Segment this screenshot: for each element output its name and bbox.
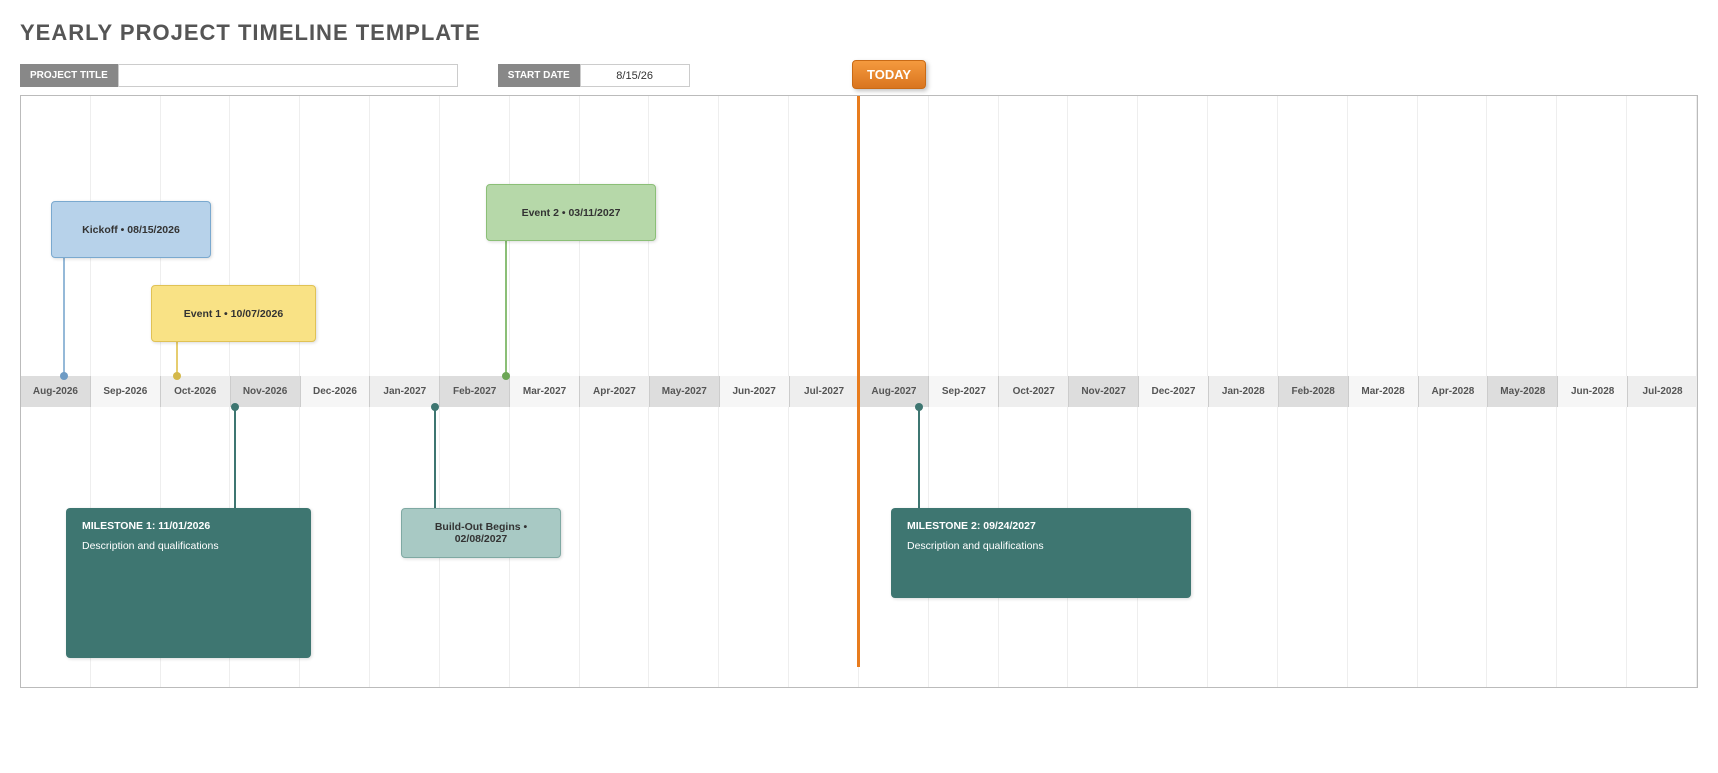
- axis-month: Apr-2027: [580, 376, 650, 407]
- axis-month: Jun-2028: [1558, 376, 1628, 407]
- axis-month: Dec-2027: [1139, 376, 1209, 407]
- milestone-box[interactable]: MILESTONE 2: 09/24/2027Description and q…: [891, 508, 1191, 598]
- axis-month: Jun-2027: [720, 376, 790, 407]
- axis-month: Apr-2028: [1419, 376, 1489, 407]
- today-line: [857, 373, 860, 667]
- start-date-label: START DATE: [498, 64, 580, 87]
- timeline-lower-area: Build-Out Begins • 02/08/2027 MILESTONE 1…: [21, 407, 1697, 687]
- axis-month: Jan-2028: [1209, 376, 1279, 407]
- event-box[interactable]: Kickoff • 08/15/2026: [51, 201, 211, 258]
- start-date-group: START DATE 8/15/26: [498, 64, 690, 87]
- event-connector: [176, 342, 178, 376]
- today-line: [857, 96, 860, 376]
- event-connector: [505, 241, 507, 376]
- axis-month: May-2027: [650, 376, 720, 407]
- event-connector: [918, 407, 920, 508]
- controls-row: PROJECT TITLE START DATE 8/15/26 TODAY: [20, 64, 1698, 87]
- axis-month: Sep-2027: [929, 376, 999, 407]
- event-box[interactable]: Event 2 • 03/11/2027: [486, 184, 656, 241]
- page-title: YEARLY PROJECT TIMELINE TEMPLATE: [20, 20, 1698, 46]
- axis-month: Feb-2027: [440, 376, 510, 407]
- axis-month: Oct-2027: [999, 376, 1069, 407]
- axis-month: Aug-2026: [21, 376, 91, 407]
- project-title-input[interactable]: [118, 64, 458, 87]
- today-tag: TODAY: [852, 60, 926, 89]
- axis-month: May-2028: [1488, 376, 1558, 407]
- start-date-input[interactable]: 8/15/26: [580, 64, 690, 87]
- axis-month: Oct-2026: [161, 376, 231, 407]
- timeline: Kickoff • 08/15/2026 Event 1 • 10/07/2026…: [20, 95, 1698, 688]
- event-connector: [63, 258, 65, 376]
- axis-month: Nov-2026: [231, 376, 301, 407]
- project-title-label: PROJECT TITLE: [20, 64, 118, 87]
- axis-month: Sep-2026: [91, 376, 161, 407]
- event-connector: [234, 407, 236, 508]
- axis-month: Jul-2028: [1628, 376, 1697, 407]
- timeline-upper-area: Kickoff • 08/15/2026 Event 1 • 10/07/2026…: [21, 96, 1697, 376]
- axis-month: Dec-2026: [301, 376, 371, 407]
- project-title-group: PROJECT TITLE: [20, 64, 458, 87]
- event-box[interactable]: Build-Out Begins • 02/08/2027: [401, 508, 561, 558]
- event-connector: [434, 407, 436, 508]
- axis-month: Nov-2027: [1069, 376, 1139, 407]
- axis-month: Mar-2028: [1349, 376, 1419, 407]
- event-box[interactable]: Event 1 • 10/07/2026: [151, 285, 316, 342]
- axis-month: Mar-2027: [510, 376, 580, 407]
- axis-month: Feb-2028: [1279, 376, 1349, 407]
- axis-month: Jan-2027: [370, 376, 440, 407]
- milestone-box[interactable]: MILESTONE 1: 11/01/2026Description and q…: [66, 508, 311, 658]
- axis-month: Jul-2027: [790, 376, 860, 407]
